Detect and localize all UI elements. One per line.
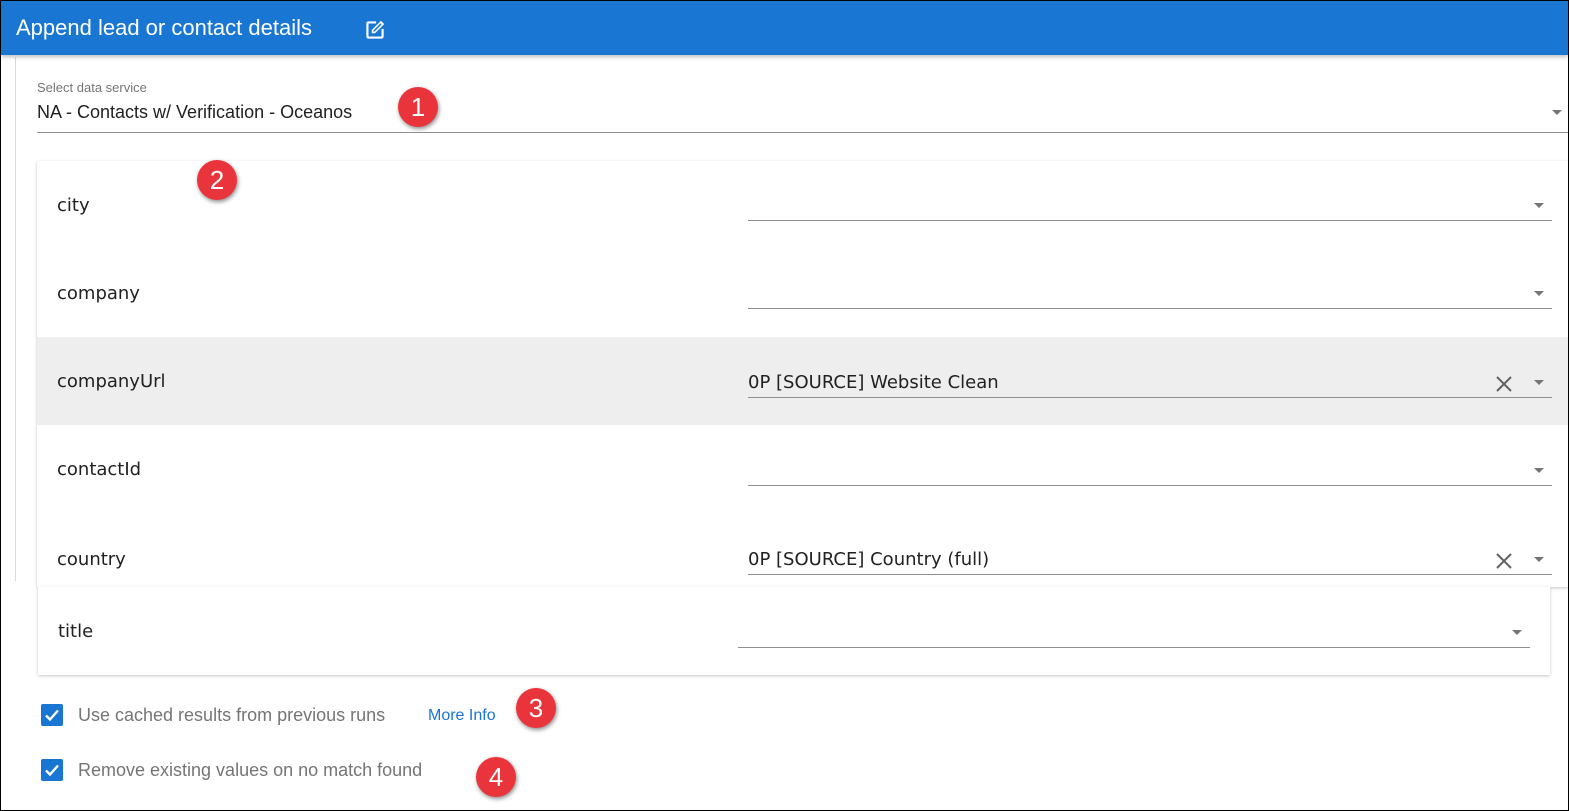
mapping-select[interactable] [748, 279, 1552, 309]
mapping-select[interactable] [748, 456, 1552, 486]
clear-icon[interactable] [1494, 374, 1514, 394]
chevron-down-icon[interactable] [1534, 380, 1544, 385]
mapping-select[interactable] [748, 191, 1552, 221]
field-name: country [57, 549, 126, 570]
field-name: title [58, 621, 94, 642]
mapping-row-country: country 0P [SOURCE] Country (full) [37, 513, 1568, 587]
chevron-down-icon[interactable] [1534, 557, 1544, 562]
use-cached-checkbox[interactable] [41, 704, 63, 726]
mapping-row-title: title [38, 587, 1550, 675]
append-details-panel: Append lead or contact details Select da… [0, 0, 1569, 811]
field-name: company [57, 283, 140, 304]
step-badge-4: 4 [476, 757, 516, 797]
checkmark-icon [45, 709, 59, 722]
mapping-select-underline [748, 397, 1552, 398]
clear-icon[interactable] [1494, 551, 1514, 571]
left-divider [15, 57, 16, 581]
chevron-down-icon[interactable] [1512, 630, 1522, 635]
field-name: companyUrl [57, 371, 166, 392]
step-badge-3: 3 [516, 688, 556, 728]
step-badge-1: 1 [398, 87, 438, 127]
mapping-select-underline [748, 220, 1552, 221]
chevron-down-icon[interactable] [1534, 203, 1544, 208]
mapping-row-companyurl: companyUrl 0P [SOURCE] Website Clean [37, 337, 1568, 426]
use-cached-label[interactable]: Use cached results from previous runs [78, 705, 385, 726]
step-badge-2: 2 [197, 160, 237, 200]
chevron-down-icon[interactable] [1552, 110, 1562, 115]
data-service-label: Select data service [37, 80, 147, 95]
mapping-select-underline [748, 485, 1552, 486]
remove-existing-checkbox[interactable] [41, 759, 63, 781]
mapping-row-city: city [37, 161, 1568, 250]
mapping-select[interactable]: 0P [SOURCE] Country (full) [748, 545, 1552, 575]
chevron-down-icon[interactable] [1534, 291, 1544, 296]
mapping-select-underline [748, 574, 1552, 575]
data-service-value[interactable]: NA - Contacts w/ Verification - Oceanos [37, 102, 352, 123]
more-info-link[interactable]: More Info [428, 707, 496, 725]
mapping-select-value: 0P [SOURCE] Website Clean [748, 372, 999, 393]
field-mapping-card: city company companyUrl 0P [SOURCE] Webs… [37, 161, 1568, 587]
mapping-row-contactid: contactId [37, 425, 1568, 514]
remove-existing-label[interactable]: Remove existing values on no match found [78, 760, 422, 781]
edit-square-icon[interactable] [362, 17, 388, 43]
mapping-select[interactable]: 0P [SOURCE] Website Clean [748, 368, 1552, 398]
field-name: city [57, 195, 90, 216]
mapping-select-underline [738, 647, 1530, 648]
mapping-row-company: company [37, 249, 1568, 338]
panel-title: Append lead or contact details [16, 15, 312, 40]
field-name: contactId [57, 459, 142, 480]
checkmark-icon [45, 764, 59, 777]
mapping-select-underline [748, 308, 1552, 309]
chevron-down-icon[interactable] [1534, 468, 1544, 473]
panel-header: Append lead or contact details [1, 1, 1568, 55]
mapping-select[interactable] [738, 618, 1530, 648]
data-service-underline [37, 132, 1568, 133]
mapping-select-value: 0P [SOURCE] Country (full) [748, 549, 990, 570]
